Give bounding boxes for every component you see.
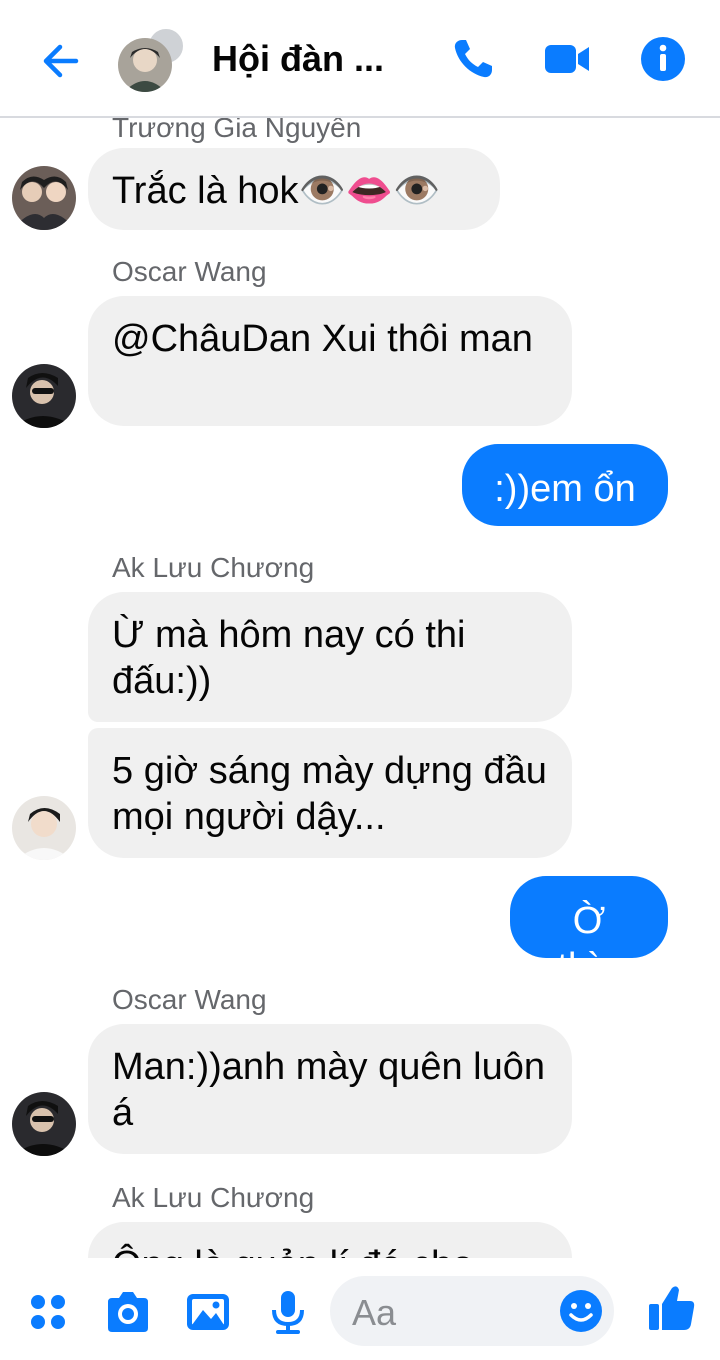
sender-name: Oscar Wang	[112, 256, 267, 287]
message-bubble[interactable]: Trắc là hok👁️👄👁️	[88, 148, 500, 230]
avatar[interactable]	[12, 1092, 76, 1156]
message-input-placeholder: Aa	[352, 1292, 397, 1333]
message-bubble[interactable]: @ChâuDan Xui thôi man	[88, 296, 572, 426]
group-avatar[interactable]	[118, 38, 172, 92]
conversation-header: Hội đàn ...	[0, 0, 720, 118]
message-bubble-outgoing[interactable]: Ờ thì..	[510, 876, 668, 988]
image-icon[interactable]	[184, 1288, 232, 1336]
message-input[interactable]: Aa	[330, 1276, 614, 1346]
apps-icon[interactable]	[24, 1288, 72, 1336]
message-bubble[interactable]: 5 giờ sáng mày dựng đầu mọi người dậy...	[88, 728, 572, 858]
avatar[interactable]	[12, 364, 76, 428]
sender-name: Ak Lưu Chương	[112, 552, 315, 583]
avatar[interactable]	[12, 796, 76, 860]
message-bubble-outgoing[interactable]: :))em ổn	[462, 444, 668, 526]
video-icon[interactable]	[542, 34, 592, 84]
message-bubble[interactable]: Man:))anh mày quên luôn á	[88, 1024, 572, 1154]
sender-name: Ak Lưu Chương	[112, 1182, 315, 1213]
message-composer: Aa	[0, 1258, 720, 1360]
info-icon[interactable]	[638, 34, 688, 84]
microphone-icon[interactable]	[264, 1288, 312, 1336]
message-thread[interactable]: Trương Gia Nguyên Trắc là hok👁️👄👁️ Oscar…	[0, 118, 720, 1258]
camera-icon[interactable]	[104, 1288, 152, 1336]
avatar[interactable]	[12, 166, 76, 230]
message-bubble[interactable]: Ừ mà hôm nay có thi đấu:))	[88, 592, 572, 722]
sender-name: Oscar Wang	[112, 984, 267, 1015]
conversation-title[interactable]: Hội đàn ...	[212, 38, 384, 80]
emoji-icon[interactable]	[558, 1288, 604, 1334]
phone-icon[interactable]	[448, 34, 498, 84]
message-bubble[interactable]: Ông là quản lí đó cho	[88, 1222, 572, 1258]
thumbs-up-icon[interactable]	[646, 1282, 698, 1334]
sender-name: Trương Gia Nguyên	[112, 118, 362, 143]
back-arrow-icon[interactable]	[36, 36, 86, 86]
